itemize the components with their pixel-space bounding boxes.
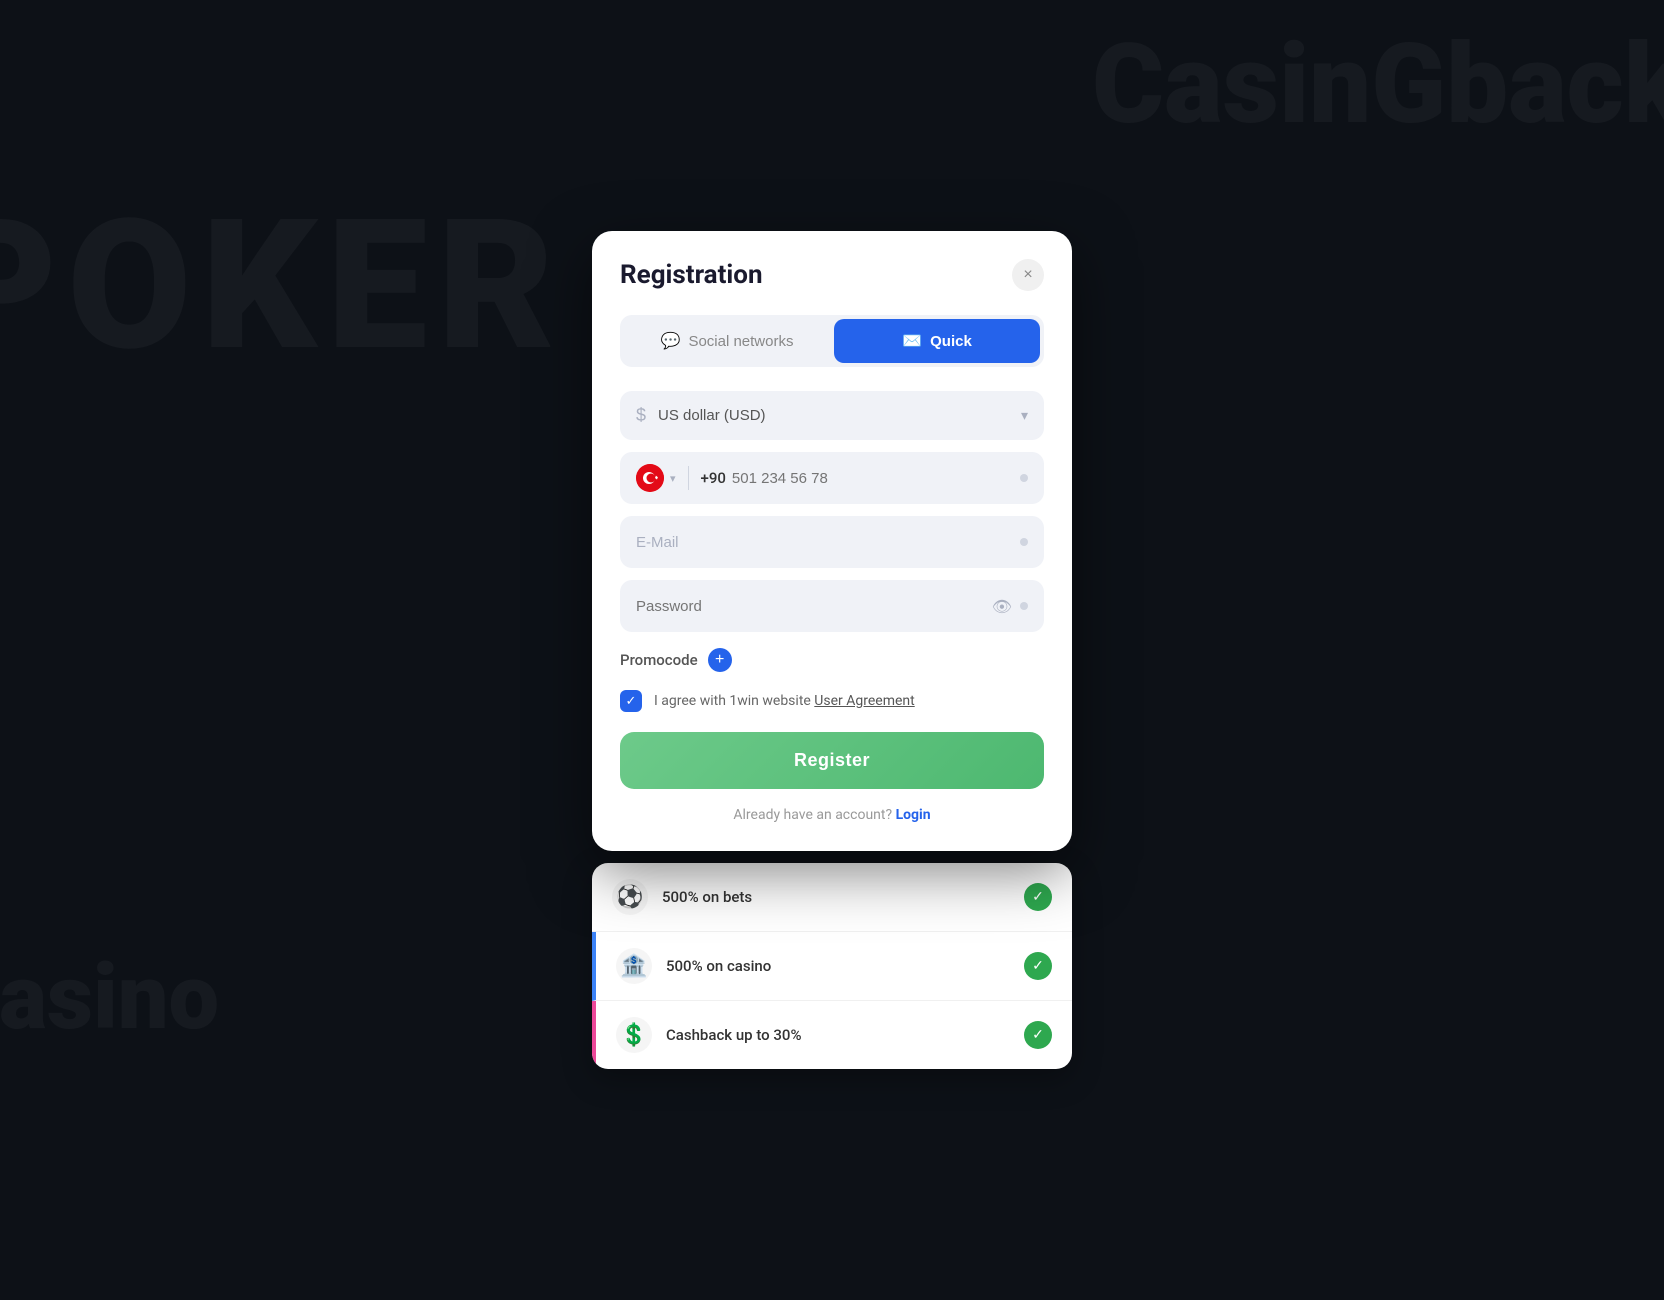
currency-value: US dollar (USD) <box>658 407 1021 424</box>
bonus-cashback-label: Cashback up to 30% <box>666 1026 1024 1044</box>
cashback-icon: 💲 <box>616 1017 652 1053</box>
agreement-checkbox[interactable]: ✓ <box>620 690 642 712</box>
social-networks-icon: 💬 <box>661 331 681 351</box>
dollar-icon: $ <box>636 405 646 426</box>
quick-icon: ✉️ <box>902 331 922 351</box>
eye-icon[interactable]: 👁 <box>992 597 1012 616</box>
promocode-row: Promocode + <box>620 648 1044 672</box>
modal-area: Registration × 💬 Social networks ✉️ Quic… <box>592 231 1072 1069</box>
flag-chevron-icon: ▾ <box>670 472 676 485</box>
registration-modal: Registration × 💬 Social networks ✉️ Quic… <box>592 231 1072 851</box>
soccer-ball-icon: ⚽ <box>612 879 648 915</box>
bonus-item-casino: 🏦 500% on casino ✓ <box>592 932 1072 1001</box>
chevron-down-icon: ▾ <box>1021 407 1028 424</box>
email-input[interactable] <box>636 534 1020 551</box>
checkmark-icon: ✓ <box>626 694 637 709</box>
phone-divider <box>688 466 689 490</box>
agreement-text: I agree with 1win website User Agreement <box>654 693 915 709</box>
bonus-item-bets: ⚽ 500% on bets ✓ <box>592 863 1072 932</box>
user-agreement-link[interactable]: User Agreement <box>814 693 914 709</box>
email-input-wrapper <box>620 516 1044 568</box>
login-row: Already have an account? Login <box>620 807 1044 823</box>
turkey-flag <box>636 464 664 492</box>
phone-input-wrapper: ▾ +90 <box>620 452 1044 504</box>
register-button[interactable]: Register <box>620 732 1044 789</box>
phone-required-dot <box>1020 474 1028 482</box>
casino-building-icon: 🏦 <box>616 948 652 984</box>
country-selector[interactable]: ▾ <box>636 464 686 492</box>
promocode-label: Promocode <box>620 651 698 669</box>
password-input-wrapper: 👁 <box>620 580 1044 632</box>
bonus-casino-check: ✓ <box>1024 952 1052 980</box>
login-prompt-text: Already have an account? <box>733 807 895 823</box>
add-promocode-button[interactable]: + <box>708 648 732 672</box>
bonus-bets-check: ✓ <box>1024 883 1052 911</box>
bonus-cashback-check: ✓ <box>1024 1021 1052 1049</box>
tab-switcher: 💬 Social networks ✉️ Quick <box>620 315 1044 367</box>
bg-topright-text: CasinGback <box>1092 20 1664 149</box>
bonus-item-cashback: 💲 Cashback up to 30% ✓ <box>592 1001 1072 1069</box>
modal-title: Registration <box>620 260 763 290</box>
bg-poker-text: POKER <box>0 180 565 391</box>
tab-social-networks-label: Social networks <box>688 333 793 350</box>
phone-number-input[interactable] <box>732 470 1020 487</box>
close-button[interactable]: × <box>1012 259 1044 291</box>
modal-header: Registration × <box>620 259 1044 291</box>
currency-selector[interactable]: $ US dollar (USD) ▾ <box>620 391 1044 440</box>
email-required-dot <box>1020 538 1028 546</box>
password-input[interactable] <box>636 598 992 615</box>
login-link[interactable]: Login <box>896 807 931 823</box>
agreement-row: ✓ I agree with 1win website User Agreeme… <box>620 690 1044 712</box>
bonus-bets-label: 500% on bets <box>662 888 1024 906</box>
tab-quick[interactable]: ✉️ Quick <box>834 319 1040 363</box>
tab-quick-label: Quick <box>930 333 972 350</box>
phone-country-code: +90 <box>701 469 726 487</box>
bonus-casino-label: 500% on casino <box>666 957 1024 975</box>
bg-casino-text: Casino <box>0 945 219 1050</box>
bonus-card: ⚽ 500% on bets ✓ 🏦 500% on casino ✓ 💲 Ca… <box>592 863 1072 1069</box>
password-required-dot <box>1020 602 1028 610</box>
tab-social-networks[interactable]: 💬 Social networks <box>624 319 830 363</box>
